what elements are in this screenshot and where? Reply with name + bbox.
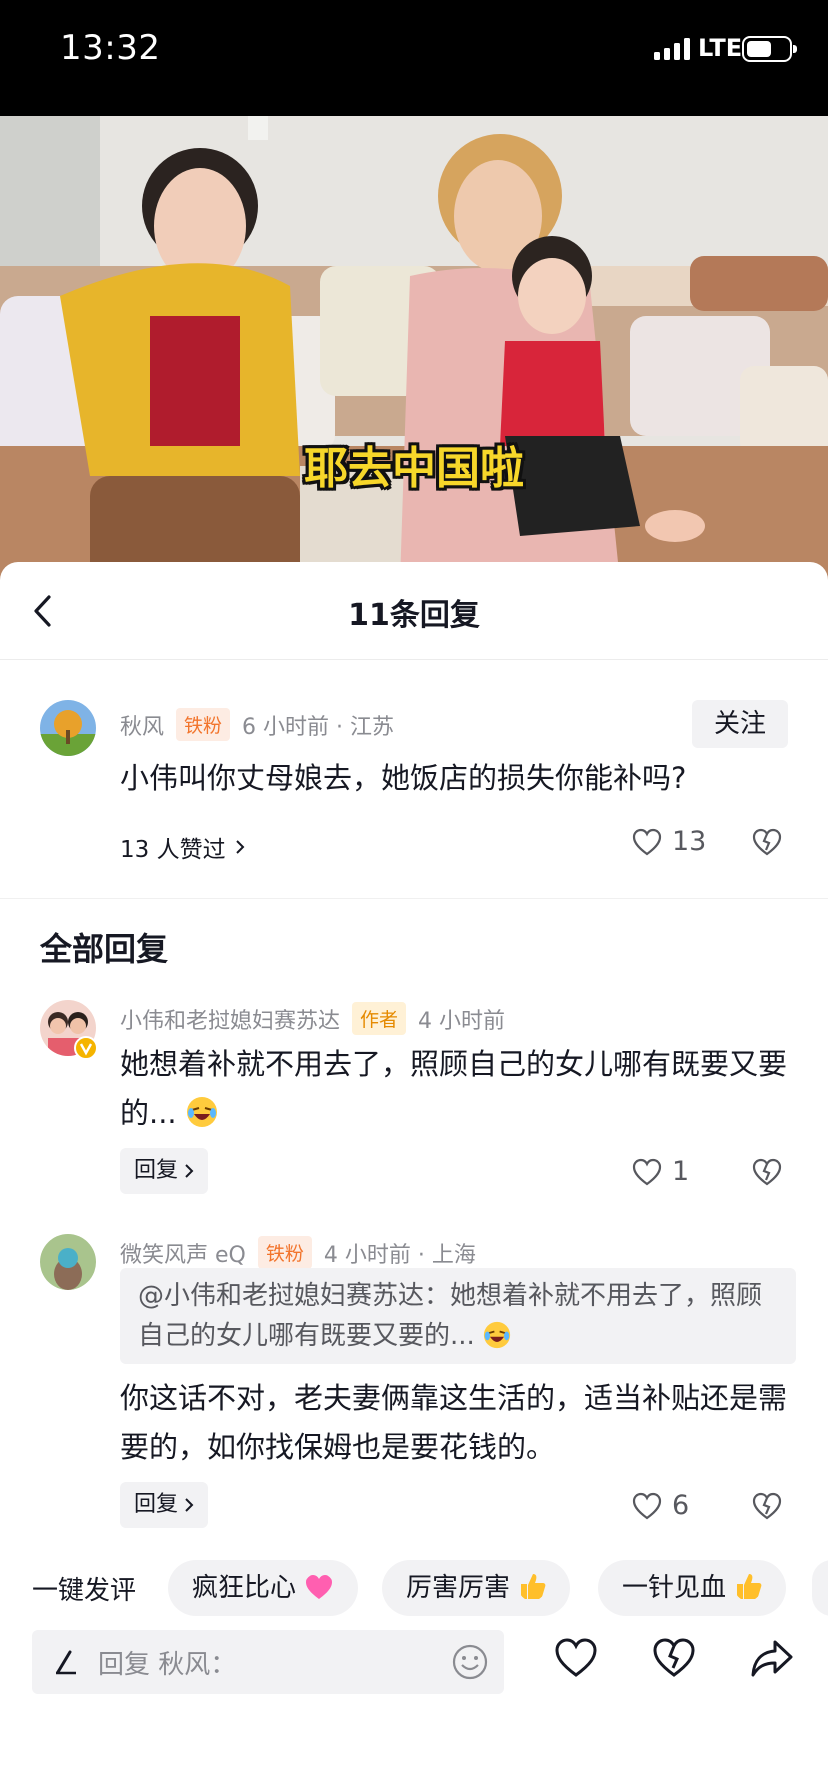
- video-player[interactable]: 耶去中国啦: [0, 116, 828, 582]
- quick-chip[interactable]: 厉害厉害: [382, 1560, 571, 1616]
- likers-link[interactable]: 13 人赞过: [120, 830, 246, 864]
- chevron-right-icon: [235, 840, 244, 854]
- verified-icon: [74, 1036, 98, 1060]
- sheet-title: 11条回复: [348, 598, 480, 633]
- thumbs-up-icon: [737, 1574, 762, 1599]
- pencil-icon: [56, 1650, 76, 1675]
- broken-heart-icon[interactable]: [752, 1158, 782, 1186]
- author-name[interactable]: 小伟和老挝媳妇赛苏达: [120, 1003, 340, 1035]
- quick-comment-label: 一键发评: [32, 1576, 137, 1606]
- laughing-emoji-icon: [483, 1321, 511, 1349]
- status-time: 13:32: [60, 28, 161, 68]
- quoted-reply: @小伟和老挝媳妇赛苏达：她想着补就不用去了，照顾自己的女儿哪有既要又要的...: [120, 1268, 796, 1364]
- comment-meta: 秋风 铁粉 6 小时前 · 江苏: [120, 708, 394, 741]
- pink-heart-icon: [306, 1575, 333, 1599]
- comment-time: 6 小时前 · 江苏: [242, 714, 395, 740]
- quick-chip-overflow[interactable]: [812, 1560, 828, 1616]
- reply-button-label: 回复: [134, 1158, 179, 1183]
- thumbs-up-icon: [521, 1574, 546, 1599]
- broken-heart-icon[interactable]: [752, 828, 782, 856]
- likers-label: 13 人赞过: [120, 837, 226, 863]
- status-bar: 13:32 LTE: [0, 0, 828, 116]
- reply-button[interactable]: 回复: [120, 1482, 209, 1528]
- video-frame: [0, 116, 828, 582]
- quick-chip[interactable]: 一针见血: [598, 1560, 787, 1616]
- like-count: 13: [672, 826, 707, 857]
- section-title: 全部回复: [40, 930, 169, 968]
- smiley-icon[interactable]: [452, 1644, 488, 1680]
- battery-icon: [742, 36, 797, 62]
- author-name[interactable]: 微笑风声 eQ: [120, 1237, 246, 1269]
- avatar[interactable]: [40, 1234, 96, 1290]
- author-badge: 作者: [352, 1002, 407, 1035]
- laughing-emoji-icon: [186, 1097, 217, 1127]
- like-count: 6: [672, 1490, 690, 1521]
- heart-icon: [632, 1158, 662, 1185]
- broken-heart-icon[interactable]: [652, 1638, 696, 1678]
- share-icon[interactable]: [750, 1638, 794, 1678]
- comment-meta: 小伟和老挝媳妇赛苏达 作者 4 小时前: [120, 1002, 505, 1035]
- quick-chip-label: 一针见血: [622, 1573, 727, 1603]
- quick-chip-label: 厉害厉害: [406, 1573, 511, 1603]
- fan-badge: 铁粉: [257, 1236, 312, 1269]
- comment-body: 她想着补就不用去了，照顾自己的女儿哪有既要又要的...: [120, 1047, 788, 1130]
- avatar[interactable]: [40, 700, 96, 756]
- chevron-right-icon: [185, 1164, 194, 1178]
- heart-icon: [632, 828, 662, 855]
- like-button[interactable]: 1: [632, 1156, 689, 1187]
- like-count: 1: [672, 1156, 690, 1187]
- like-button[interactable]: 13: [632, 826, 706, 857]
- comment-time: 4 小时前 · 上海: [323, 1242, 476, 1268]
- reply-input-placeholder: 回复 秋风：: [98, 1650, 237, 1680]
- quick-chip-label: 疯狂比心: [192, 1573, 297, 1603]
- reply-button[interactable]: 回复: [120, 1148, 209, 1194]
- heart-icon[interactable]: [554, 1638, 598, 1678]
- quick-chip[interactable]: 疯狂比心: [168, 1560, 359, 1616]
- reply-input[interactable]: 回复 秋风：: [32, 1630, 504, 1694]
- comment-meta: 微笑风声 eQ 铁粉 4 小时前 · 上海: [120, 1236, 476, 1269]
- video-subtitle: 耶去中国啦: [304, 443, 524, 494]
- quoted-text: @小伟和老挝媳妇赛苏达：她想着补就不用去了，照顾自己的女儿哪有既要又要的...: [138, 1281, 763, 1351]
- divider: [0, 898, 828, 899]
- comment-time: 4 小时前: [418, 1008, 506, 1034]
- heart-icon: [632, 1492, 662, 1519]
- chevron-right-icon: [185, 1498, 194, 1512]
- quick-comment-bar: 一键发评 疯狂比心 厉害厉害 一针见血: [0, 1560, 828, 1616]
- network-label: LTE: [698, 34, 743, 62]
- reply-button-label: 回复: [134, 1492, 179, 1517]
- broken-heart-icon[interactable]: [752, 1492, 782, 1520]
- comment-text: 小伟叫你丈母娘去，她饭店的损失你能补吗?: [120, 761, 687, 795]
- author-name[interactable]: 秋风: [120, 709, 164, 741]
- signal-icon: [654, 38, 690, 60]
- like-button[interactable]: 6: [632, 1490, 689, 1521]
- comment-text: 她想着补就不用去了，照顾自己的女儿哪有既要又要的...: [120, 1040, 796, 1138]
- comment-text: 你这话不对，老夫妻俩靠这生活的，适当补贴还是需要的，如你找保姆也是要花钱的。: [120, 1381, 788, 1464]
- follow-button[interactable]: 关注: [692, 700, 788, 748]
- sheet-header: 11条回复: [0, 562, 828, 660]
- fan-badge: 铁粉: [176, 708, 231, 741]
